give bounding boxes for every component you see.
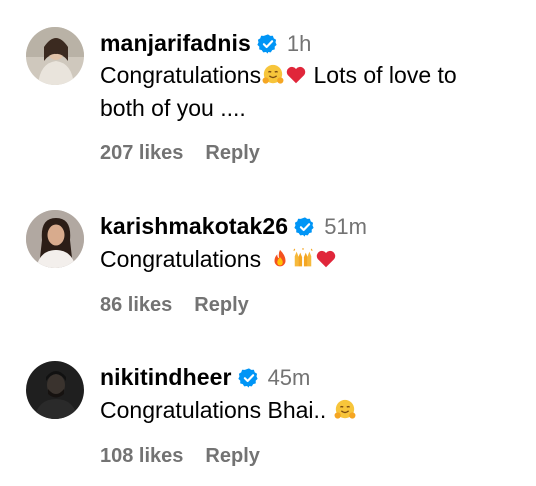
reply-button[interactable]: Reply	[205, 445, 259, 468]
comment-text-part: Congratulations	[100, 62, 262, 88]
reply-button[interactable]: Reply	[205, 142, 259, 165]
red-heart-emoji-icon	[315, 248, 337, 270]
likes-count[interactable]: 86 likes	[100, 294, 172, 317]
raised-hands-emoji-icon	[292, 248, 314, 270]
comment-text-part: both of you ....	[100, 95, 246, 121]
comment-header: nikitindheer 45m	[100, 364, 310, 391]
comment-text: Congratulations Bhai..	[100, 394, 520, 427]
avatar-photo-icon	[26, 361, 84, 419]
username[interactable]: karishmakotak26	[100, 213, 288, 240]
comment-header: karishmakotak26 51m	[100, 213, 367, 240]
verified-badge-icon	[237, 367, 260, 389]
comment-text-part: Lots of love to	[307, 62, 457, 88]
comment-text-part: Congratulations Bhai..	[100, 397, 333, 423]
comment-text-part: Congratulations	[100, 246, 268, 272]
comment-text: Congratulations Lots of love to both of …	[100, 59, 520, 125]
avatar-photo-icon	[26, 27, 84, 85]
likes-count[interactable]: 108 likes	[100, 445, 183, 468]
comment-actions: 108 likes Reply	[100, 445, 260, 468]
username[interactable]: manjarifadnis	[100, 30, 251, 57]
timestamp: 1h	[286, 30, 312, 56]
smiling-hug-emoji-icon	[262, 64, 284, 86]
verified-badge-icon	[294, 216, 316, 238]
verified-badge-icon	[257, 33, 279, 55]
comment-header: manjarifadnis 1h	[100, 30, 311, 57]
avatar[interactable]	[26, 27, 84, 85]
fire-emoji-icon	[269, 248, 291, 270]
avatar[interactable]	[26, 210, 84, 268]
comment-actions: 207 likes Reply	[100, 142, 260, 165]
timestamp: 51m	[324, 213, 367, 239]
red-heart-emoji-icon	[285, 64, 307, 86]
smiling-hug-emoji-icon	[334, 399, 356, 421]
comment-actions: 86 likes Reply	[100, 294, 249, 317]
reply-button[interactable]: Reply	[194, 294, 248, 317]
timestamp: 45m	[267, 364, 311, 390]
comment-text: Congratulations	[100, 243, 520, 276]
avatar[interactable]	[26, 361, 84, 419]
username[interactable]: nikitindheer	[100, 364, 232, 391]
avatar-photo-icon	[26, 210, 84, 268]
likes-count[interactable]: 207 likes	[100, 142, 183, 165]
